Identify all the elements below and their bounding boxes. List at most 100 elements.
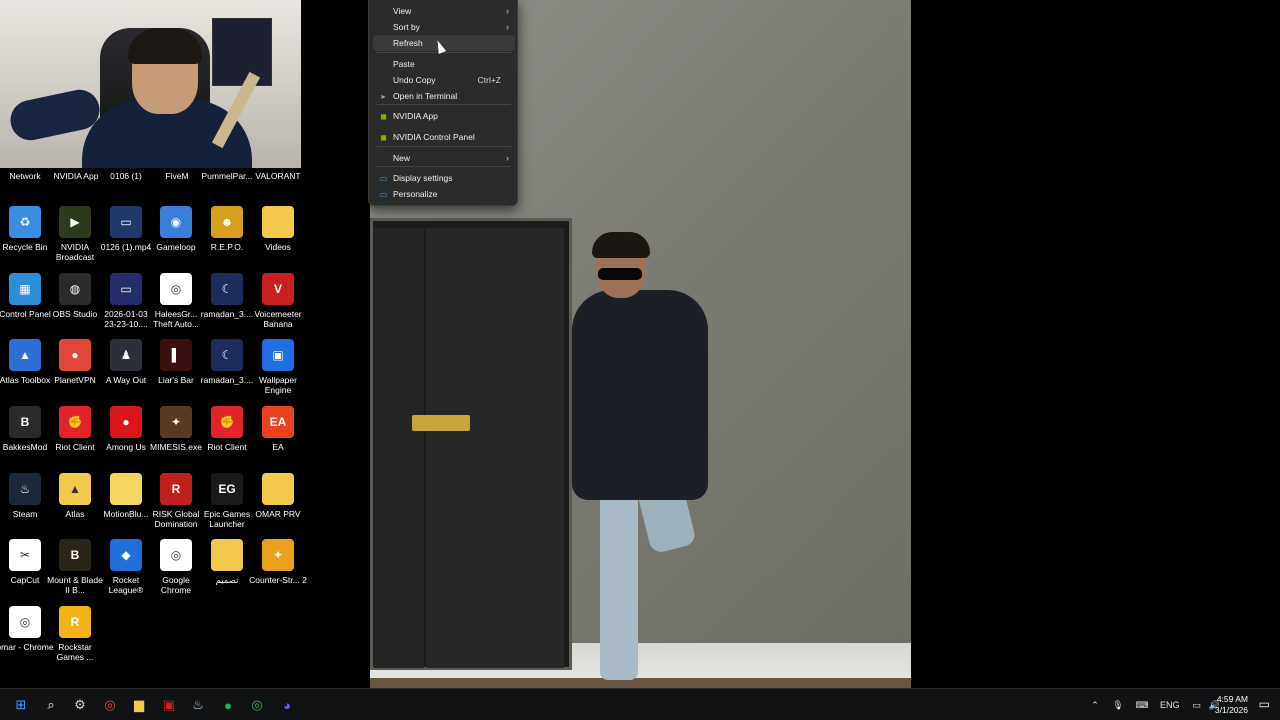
desktop-icon[interactable]: ◎ HaleesGr... Theft Auto... bbox=[150, 273, 202, 329]
desktop-icon[interactable]: ◆ Rocket League® bbox=[100, 539, 152, 595]
desktop-icon[interactable]: ✊ Riot Client bbox=[201, 406, 253, 452]
desktop-icon[interactable]: ● PlanetVPN bbox=[49, 339, 101, 385]
folder-icon bbox=[262, 206, 294, 238]
capcut-icon: ✂ bbox=[9, 539, 41, 571]
person-jacket bbox=[572, 290, 708, 500]
rocket-league-icon: ◆ bbox=[110, 539, 142, 571]
video-file-icon: ☾ bbox=[211, 339, 243, 371]
desktop-icon[interactable]: تصميم bbox=[201, 539, 253, 585]
desktop-context-menu: View › Sort by › Refresh Paste Undo Copy Ctrl+Z… bbox=[368, 0, 518, 206]
settings-icon[interactable]: ⚙ bbox=[70, 695, 90, 715]
file-explorer-icon[interactable]: ▆ bbox=[129, 695, 149, 715]
folder-icon: ▲ bbox=[59, 473, 91, 505]
clock-time: 4:59 AM bbox=[1216, 694, 1248, 704]
tray-overflow-chevron-icon[interactable]: ⌃ bbox=[1088, 700, 1102, 711]
nvidia-icon: ◼ bbox=[380, 111, 387, 121]
desktop-icon[interactable]: ▶ NVIDIA Broadcast bbox=[49, 206, 101, 262]
desktop-icon[interactable]: ● Among Us bbox=[100, 406, 152, 452]
nvidia-broadcast-icon: ▶ bbox=[59, 206, 91, 238]
desktop-icon[interactable]: ◍ OBS Studio bbox=[49, 273, 101, 319]
notification-icon[interactable]: ▭ bbox=[1259, 697, 1270, 711]
menu-separator bbox=[377, 166, 511, 167]
desktop-icon[interactable]: ♨ Steam bbox=[0, 473, 51, 519]
desktop-icon[interactable]: ▦ Control Panel bbox=[0, 273, 51, 319]
control-panel-icon: ▦ bbox=[9, 273, 41, 305]
chrome-taskbar-icon[interactable]: ◎ bbox=[100, 695, 120, 715]
context-menu-item[interactable]: Sort by › bbox=[373, 19, 515, 35]
context-menu-item-label: Undo Copy bbox=[393, 75, 436, 85]
network-icon[interactable]: ▭ bbox=[1188, 700, 1206, 711]
desktop-icon[interactable]: ◎ omar - Chrome bbox=[0, 606, 54, 652]
desktop-icon-label: Videos bbox=[265, 242, 291, 252]
riot-client-icon: ✊ bbox=[211, 406, 243, 438]
desktop-icon[interactable]: MotionBlu... bbox=[100, 473, 152, 519]
desktop-icon[interactable]: V Voicemeeter Banana bbox=[252, 273, 304, 329]
desktop-icon-label: NVIDIA Broadcast bbox=[55, 242, 95, 262]
desktop-icon[interactable]: R RISK Global Domination bbox=[150, 473, 202, 529]
desktop-icon[interactable]: ☻ R.E.P.O. bbox=[201, 206, 253, 252]
planetvpn-icon: ● bbox=[59, 339, 91, 371]
context-menu-item[interactable]: New › bbox=[373, 150, 515, 166]
desktop-icon[interactable]: B BakkesMod bbox=[0, 406, 51, 452]
desktop-icon-label: Gameloop bbox=[156, 242, 196, 252]
microphone-icon[interactable]: 🎙 bbox=[1108, 700, 1128, 711]
context-menu-item-label: New bbox=[393, 153, 411, 163]
desktop-icon[interactable]: ▭ 0126 (1).mp4 bbox=[100, 206, 152, 252]
menu-separator bbox=[377, 146, 511, 147]
desktop-icon[interactable]: ▌ Liar's Bar bbox=[150, 339, 202, 385]
submenu-chevron-icon: › bbox=[506, 6, 509, 16]
spotify-icon[interactable]: ● bbox=[218, 695, 238, 715]
desktop-icon[interactable]: ◉ Gameloop bbox=[150, 206, 202, 252]
risk-icon: R bbox=[160, 473, 192, 505]
desktop-icon-label: Voicemeeter Banana bbox=[254, 309, 302, 329]
desktop-icon[interactable]: Videos bbox=[252, 206, 304, 252]
desktop-icon[interactable]: ✂ CapCut bbox=[0, 539, 51, 585]
context-menu-item[interactable]: ◼ NVIDIA App bbox=[373, 108, 515, 124]
desktop-icon[interactable]: ▲ Atlas Toolbox bbox=[0, 339, 51, 385]
desktop-icon[interactable]: ☾ ramadan_3.... bbox=[201, 339, 253, 385]
desktop-icon[interactable]: ▣ Wallpaper Engine bbox=[252, 339, 304, 395]
door-latch bbox=[412, 415, 470, 431]
desktop-icon[interactable]: ✊ Riot Client bbox=[49, 406, 101, 452]
chrome-profile-taskbar-icon[interactable]: ◎ bbox=[247, 695, 267, 715]
keyboard-icon[interactable]: ⌨ bbox=[1132, 700, 1152, 711]
desktop-icon[interactable]: ▭ 2026-01-03 23-23-10.... bbox=[100, 273, 152, 329]
search-icon[interactable]: ⌕ bbox=[41, 695, 61, 715]
discord-icon[interactable]: ◕ bbox=[277, 695, 297, 715]
desktop-icon[interactable]: OMAR PRV bbox=[252, 473, 304, 519]
context-menu-item[interactable]: ◼ NVIDIA Control Panel bbox=[373, 129, 515, 145]
desktop-icon[interactable]: R Rockstar Games ... bbox=[49, 606, 101, 662]
desktop-icon[interactable]: EA EA bbox=[252, 406, 304, 452]
desktop-icon[interactable]: EG Epic Games Launcher bbox=[201, 473, 253, 529]
context-menu-item-label: Sort by bbox=[393, 22, 420, 32]
context-menu-item[interactable]: View › bbox=[373, 3, 515, 19]
steam-taskbar-icon[interactable]: ♨ bbox=[188, 695, 208, 715]
desktop-icon[interactable]: ♻ Recycle Bin bbox=[0, 206, 51, 252]
language-indicator[interactable]: ENG bbox=[1160, 700, 1180, 710]
desktop-icon-label: ramadan_3.... bbox=[200, 375, 254, 385]
folder-icon bbox=[211, 539, 243, 571]
start-button[interactable]: ⊞ bbox=[11, 695, 31, 715]
context-menu-item[interactable]: ▭ Display settings bbox=[373, 170, 515, 186]
context-menu-item[interactable]: Undo Copy Ctrl+Z bbox=[373, 72, 515, 88]
recorder-icon[interactable]: ▣ bbox=[159, 695, 179, 715]
desktop-icon[interactable]: ☾ ramadan_3.... bbox=[201, 273, 253, 319]
desktop-icon-label: R.E.P.O. bbox=[210, 242, 244, 252]
clock-date: 3/1/2026 bbox=[1214, 705, 1248, 715]
terminal-icon: ▸ bbox=[381, 91, 386, 101]
context-menu-item-label: NVIDIA Control Panel bbox=[393, 132, 475, 142]
desktop-icon-label: OBS Studio bbox=[52, 309, 98, 319]
desktop-icon-grid: ♻ Recycle Bin ▶ NVIDIA Broadcast ▭ 0126 (1).m… bbox=[0, 0, 307, 690]
folder-icon bbox=[110, 473, 142, 505]
context-menu-item[interactable]: ▭ Personalize bbox=[373, 186, 515, 202]
context-menu-item[interactable]: Paste bbox=[373, 56, 515, 72]
desktop-icon[interactable]: ♟ A Way Out bbox=[100, 339, 152, 385]
desktop-icon[interactable]: B Mount & Blade II B... bbox=[47, 539, 103, 595]
taskbar-clock[interactable]: 4:59 AM 3/1/2026 bbox=[1215, 694, 1248, 716]
desktop-icon[interactable]: ✦ Counter-Str... 2 bbox=[249, 539, 307, 585]
desktop-icon[interactable]: ◎ Google Chrome bbox=[150, 539, 202, 595]
desktop-icon-label: Mount & Blade II B... bbox=[47, 575, 103, 595]
desktop-icon[interactable]: ▲ Atlas bbox=[49, 473, 101, 519]
context-menu-item[interactable]: ▸ Open in Terminal bbox=[373, 88, 515, 104]
desktop-icon[interactable]: ✦ MIMESIS.exe bbox=[150, 406, 202, 452]
